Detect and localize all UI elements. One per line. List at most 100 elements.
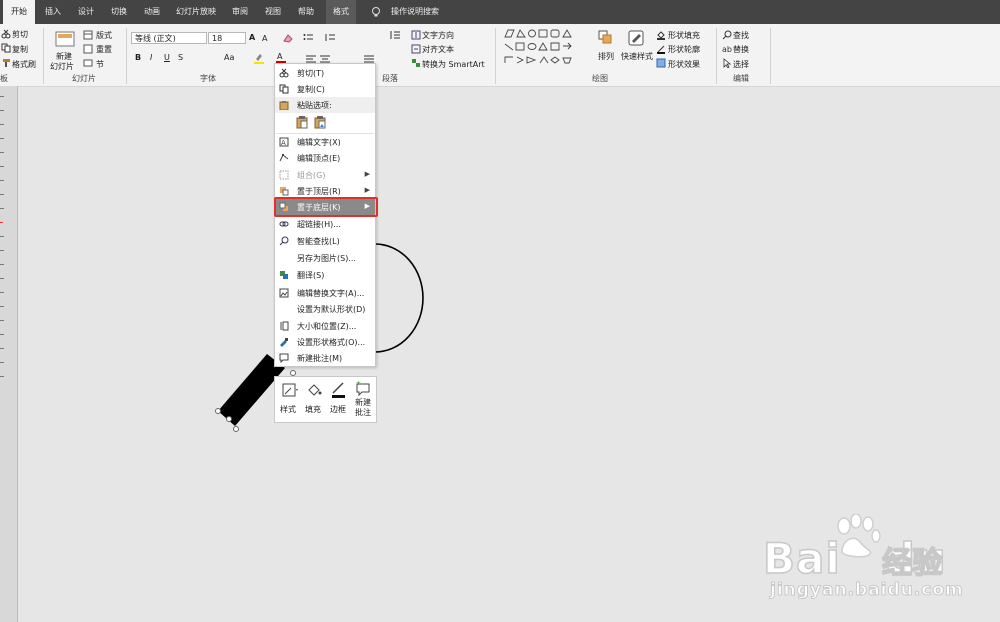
shape-fill-button[interactable]: 形状填充 [668, 30, 700, 41]
highlight-color-icon[interactable] [253, 52, 265, 64]
menu-item-copy[interactable]: 复制(C) [275, 81, 375, 97]
new-slide-icon [55, 29, 75, 49]
change-case-button[interactable]: Aa [224, 53, 234, 62]
section-button[interactable]: 节 [96, 59, 104, 70]
menu-item-translate[interactable]: 翻译(S) [275, 267, 375, 283]
align-text-button[interactable]: 对齐文本 [422, 44, 454, 55]
group-icon [279, 170, 289, 180]
new-comment-icon[interactable]: + [355, 380, 371, 397]
style-icon[interactable] [281, 381, 299, 399]
context-menu: 剪切(T) 复制(C) 粘贴选项: A 编辑文字(X) 编辑顶点(E) 组合(G… [274, 63, 378, 367]
mini-new-comment-label-2: 批注 [355, 408, 371, 417]
font-color-icon[interactable]: A [275, 51, 287, 63]
scissors-icon [1, 29, 11, 39]
tab-review[interactable]: 审阅 [225, 0, 255, 24]
comment-icon [279, 353, 289, 364]
menu-item-cut[interactable]: 剪切(T) [275, 65, 375, 81]
scissors-icon [279, 68, 289, 78]
copy-icon [279, 84, 289, 94]
italic-button[interactable]: I [150, 53, 152, 62]
menu-label: 大小和位置(Z)... [297, 322, 357, 331]
tab-transitions[interactable]: 切换 [104, 0, 134, 24]
fill-bucket-icon[interactable] [305, 381, 323, 399]
decrease-font-size-button[interactable]: A [262, 34, 267, 43]
ribbon-tab-bar: 开始 插入 设计 切换 动画 幻灯片放映 审阅 视图 帮助 格式 操作说明搜索 [0, 0, 1000, 24]
paste-keep-source-icon[interactable] [295, 115, 309, 129]
slides-group-label: 幻灯片 [72, 74, 96, 83]
menu-item-hyperlink[interactable]: 超链接(H)... [275, 216, 375, 232]
tab-format[interactable]: 格式 [326, 0, 356, 24]
numbering-icon[interactable] [325, 33, 335, 43]
menu-item-edit-text[interactable]: A 编辑文字(X) [275, 134, 375, 150]
tab-home[interactable]: 开始 [3, 0, 35, 24]
selection-handle [215, 408, 221, 414]
shadow-button[interactable]: S [178, 53, 183, 62]
bold-button[interactable]: B [135, 53, 141, 62]
format-painter-button[interactable]: 格式刷 [12, 59, 36, 70]
menu-item-set-default-shape[interactable]: 设置为默认形状(D) [275, 301, 375, 317]
font-size-combo[interactable]: 18 [208, 32, 246, 44]
outline-pen-icon[interactable] [330, 381, 348, 399]
svg-text:A: A [281, 139, 286, 147]
menu-item-edit-points[interactable]: 编辑顶点(E) [275, 150, 375, 166]
menu-item-save-as-picture[interactable]: 另存为图片(S)... [275, 250, 375, 266]
menu-item-size-position[interactable]: 大小和位置(Z)... [275, 318, 375, 334]
selection-handle [226, 416, 232, 422]
shapes-gallery[interactable] [503, 28, 579, 70]
tab-design[interactable]: 设计 [71, 0, 101, 24]
new-slide-dropdown[interactable]: 幻灯片 [50, 61, 74, 72]
mini-style-label: 样式 [280, 405, 296, 414]
tell-me-search[interactable]: 操作说明搜索 [386, 0, 444, 24]
select-cursor-icon [722, 58, 732, 69]
tab-animations[interactable]: 动画 [137, 0, 167, 24]
bullets-icon[interactable] [303, 33, 313, 43]
tab-insert[interactable]: 插入 [38, 0, 68, 24]
menu-label: 置于顶层(R) [297, 187, 341, 196]
link-icon [279, 219, 289, 229]
increase-font-size-button[interactable]: A [249, 33, 255, 42]
mini-fill-label: 填充 [305, 405, 321, 414]
reset-button[interactable]: 重置 [96, 44, 112, 55]
find-button[interactable]: 查找 [733, 30, 749, 41]
tab-view[interactable]: 视图 [258, 0, 288, 24]
shape-effects-icon [656, 58, 666, 68]
font-name-combo[interactable]: 等线 (正文) [131, 32, 207, 44]
align-text-icon [411, 44, 421, 54]
clear-formatting-icon[interactable] [282, 32, 294, 44]
copy-button[interactable]: 复制 [12, 44, 28, 55]
underline-button[interactable]: U [164, 53, 170, 62]
arrange-button[interactable]: 排列 [598, 51, 614, 62]
watermark-url: jingyan.baidu.com [770, 580, 964, 601]
group-separator [495, 28, 496, 84]
select-button[interactable]: 选择 [733, 59, 749, 70]
svg-text:A: A [277, 52, 283, 61]
text-direction-button[interactable]: 文字方向 [422, 30, 454, 41]
selection-handle [233, 426, 239, 432]
shape-outline-button[interactable]: 形状轮廓 [668, 44, 700, 55]
format-painter-icon [1, 58, 11, 68]
highlight-box [274, 197, 378, 217]
layout-button[interactable]: 版式 [96, 30, 112, 41]
translate-icon [279, 270, 289, 280]
smartart-icon [411, 58, 421, 68]
menu-item-edit-alt-text[interactable]: 编辑替换文字(A)... [275, 285, 375, 301]
menu-label: 编辑文字(X) [297, 138, 341, 147]
menu-item-group[interactable]: 组合(G) ▶ [275, 167, 375, 183]
cut-button[interactable]: 剪切 [12, 29, 28, 40]
tab-slideshow[interactable]: 幻灯片放映 [170, 0, 222, 24]
menu-item-format-shape[interactable]: 设置形状格式(O)... [275, 334, 375, 350]
paste-picture-icon[interactable] [313, 115, 327, 129]
shape-effects-button[interactable]: 形状效果 [668, 59, 700, 70]
line-spacing-icon[interactable] [390, 30, 400, 40]
menu-item-smart-lookup[interactable]: 智能查找(L) [275, 233, 375, 249]
replace-button[interactable]: 替换 [733, 44, 749, 55]
menu-label: 翻译(S) [297, 271, 325, 280]
menu-item-new-comment[interactable]: 新建批注(M) [275, 350, 375, 366]
tab-help[interactable]: 帮助 [291, 0, 321, 24]
replace-icon: ab [722, 44, 732, 54]
quick-styles-button[interactable]: 快速样式 [621, 51, 653, 62]
convert-smartart-button[interactable]: 转换为 SmartArt [422, 59, 485, 70]
svg-text:+: + [356, 380, 361, 387]
search-icon [279, 236, 289, 246]
size-position-icon [279, 321, 289, 331]
